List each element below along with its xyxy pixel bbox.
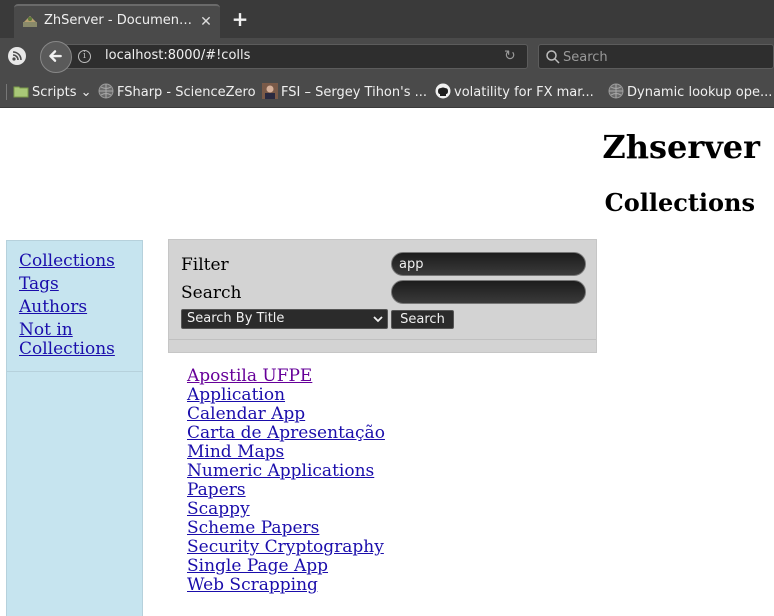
browser-tab[interactable]: ZhServer - Document... ✕ (14, 4, 220, 38)
sidebar-item-not-in-collections[interactable]: Not in Collections (19, 321, 131, 359)
info-icon[interactable]: i (78, 50, 91, 63)
bookmark-label: FSharp - ScienceZero (117, 85, 256, 100)
rss-icon[interactable] (8, 47, 26, 65)
panel-divider (169, 339, 596, 340)
bookmark-label: volatility for FX mar... (454, 85, 594, 100)
sidebar: Collections Tags Authors Not in Collecti… (6, 240, 143, 616)
back-arrow-icon (49, 50, 62, 62)
page-title: Collections (604, 188, 755, 217)
bookmark-label: FSI – Sergey Tihon's ... (281, 85, 428, 100)
bookmark-scripts[interactable]: Scripts ⌄ (13, 83, 92, 101)
collection-list: Apostila UFPE Application Calendar App C… (187, 367, 587, 595)
bookmark-fsi[interactable]: FSI – Sergey Tihon's ... (262, 83, 427, 101)
search-label: Search (181, 283, 242, 303)
globe-icon (98, 83, 114, 99)
site-title: Zhserver (602, 128, 760, 166)
site-favicon-icon (23, 16, 37, 27)
sidebar-item-collections[interactable]: Collections (19, 252, 115, 271)
chevron-down-icon (373, 316, 383, 323)
list-item[interactable]: Web Scrapping (187, 576, 587, 595)
bookmark-label: Scripts (32, 85, 77, 100)
url-text[interactable]: localhost:8000/#!colls (105, 48, 250, 63)
reload-icon[interactable]: ↻ (504, 49, 519, 64)
bookmarks-bar: Scripts ⌄ FSharp - ScienceZero FSI – Ser… (0, 76, 774, 108)
filter-panel: Filter Search Search By Title Search (168, 239, 597, 353)
search-icon (546, 50, 560, 64)
chevron-down-icon: ⌄ (76, 85, 92, 100)
sidebar-menu: Collections Tags Authors Not in Collecti… (7, 241, 142, 372)
new-tab-icon[interactable]: + (230, 9, 250, 29)
globe-icon (608, 83, 624, 99)
sidebar-item-tags[interactable]: Tags (19, 275, 59, 294)
avatar-icon (262, 83, 278, 99)
list-item[interactable]: Mind Maps (187, 443, 587, 462)
browser-search-box[interactable] (538, 44, 774, 69)
tab-strip: ZhServer - Document... ✕ + (0, 0, 774, 38)
search-button[interactable]: Search (391, 310, 454, 329)
list-item[interactable]: Papers (187, 481, 587, 500)
close-tab-icon[interactable]: ✕ (198, 14, 214, 30)
list-item[interactable]: Numeric Applications (187, 462, 587, 481)
back-button[interactable] (40, 41, 72, 73)
search-mode-select[interactable]: Search By Title (181, 309, 388, 329)
bookmark-dynamic-lookup[interactable]: Dynamic lookup ope... (608, 83, 772, 101)
bookmark-fsharp[interactable]: FSharp - ScienceZero (98, 83, 256, 101)
sidebar-item-authors[interactable]: Authors (19, 298, 87, 317)
browser-search-input[interactable] (563, 48, 763, 66)
github-icon (435, 83, 451, 99)
folder-icon (13, 86, 29, 98)
list-item[interactable]: Scappy (187, 500, 587, 519)
select-value: Search By Title (187, 311, 285, 326)
list-item[interactable]: Single Page App (187, 557, 587, 576)
filter-label: Filter (181, 255, 229, 275)
list-item[interactable]: Application (187, 386, 587, 405)
list-item[interactable]: Carta de Apresentação (187, 424, 587, 443)
list-item[interactable]: Scheme Papers (187, 519, 587, 538)
bookmark-volatility[interactable]: volatility for FX mar... (435, 83, 594, 101)
navigation-bar: i localhost:8000/#!colls ↻ (0, 38, 774, 76)
search-input[interactable] (391, 280, 586, 304)
filter-input[interactable] (391, 252, 586, 276)
bookmarks-separator (6, 84, 7, 100)
list-item[interactable]: Calendar App (187, 405, 587, 424)
tab-title: ZhServer - Document... (44, 13, 194, 28)
page-content: Zhserver Collections Collections Tags Au… (0, 108, 774, 616)
list-item[interactable]: Apostila UFPE (187, 367, 587, 386)
list-item[interactable]: Security Cryptography (187, 538, 587, 557)
url-bar[interactable]: i localhost:8000/#!colls ↻ (62, 44, 528, 69)
bookmark-label: Dynamic lookup ope... (627, 85, 773, 100)
